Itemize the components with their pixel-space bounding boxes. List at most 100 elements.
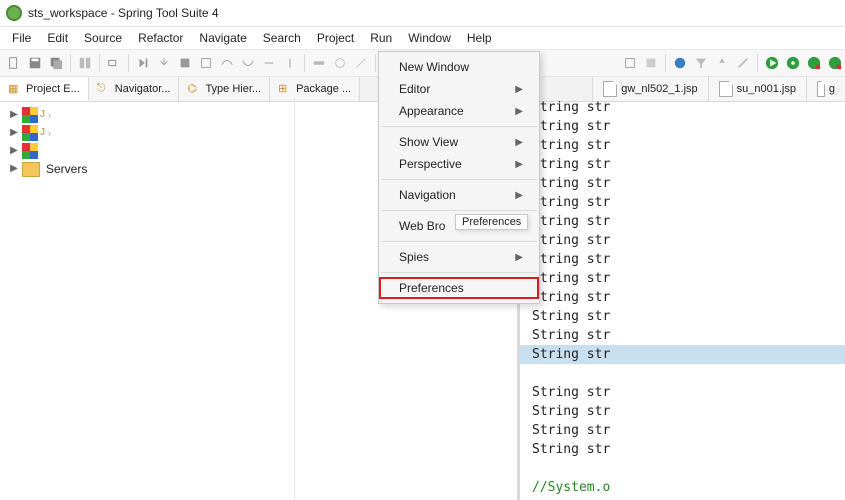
menu-item-label: Perspective [399,157,462,171]
project-icon [22,125,38,141]
debug-run-icon[interactable] [259,53,279,73]
submenu-arrow-icon: ▶ [515,137,523,148]
decorator-icon: J [40,124,45,142]
pin-icon[interactable] [712,53,732,73]
decorator-icon: › [48,124,51,142]
menu-project[interactable]: Project [309,29,362,47]
open-type-icon[interactable] [620,53,640,73]
tooltip: Preferences [455,214,528,230]
view-tab-icon: ⌬ [187,82,201,96]
menu-item-navigation[interactable]: Navigation ▶ [379,184,539,206]
toolbar-separator [375,54,376,72]
menu-item-label: Show View [399,135,458,149]
expand-caret-icon[interactable]: ▶ [8,106,20,124]
menu-separator [381,179,537,180]
wand-icon[interactable] [733,53,753,73]
submenu-arrow-icon: ▶ [515,190,523,201]
menu-separator [381,126,537,127]
menu-bar: FileEditSourceRefactorNavigateSearchProj… [0,27,845,49]
view-tab-label: Package ... [296,83,351,95]
app-icon [6,5,22,21]
submenu-arrow-icon: ▶ [515,159,523,170]
menu-refactor[interactable]: Refactor [130,29,191,47]
menu-item-spies[interactable]: Spies▶ [379,246,539,268]
menu-item-preferences[interactable]: Preferences [379,277,539,299]
title-bar: sts_workspace - Spring Tool Suite 4 [0,0,845,27]
menu-item-show-view[interactable]: Show View ▶ [379,131,539,153]
code-content[interactable]: String str String str String str String … [520,98,845,500]
view-tab-label: Navigator... [115,83,171,95]
debug-skip-icon[interactable] [133,53,153,73]
menu-item-new-window[interactable]: New Window [379,56,539,78]
expand-caret-icon[interactable]: ▶ [8,124,20,142]
new-icon[interactable] [4,53,24,73]
debug-stepreturn-icon[interactable] [238,53,258,73]
debug-stop-icon[interactable] [175,53,195,73]
expand-caret-icon[interactable]: ▶ [8,160,20,178]
menu-item-perspective[interactable]: Perspective ▶ [379,153,539,175]
run-config-icon[interactable] [804,53,824,73]
zoom-icon[interactable] [104,53,124,73]
debug-stepinto-icon[interactable] [154,53,174,73]
build2-icon[interactable] [330,53,350,73]
menu-file[interactable]: File [4,29,39,47]
save-icon[interactable] [25,53,45,73]
menu-item-editor[interactable]: Editor ▶ [379,78,539,100]
folder-icon [22,162,40,177]
window-title: sts_workspace - Spring Tool Suite 4 [28,6,219,20]
project-explorer[interactable]: ▶ J › ▶ J › ▶ ▶ Servers [0,98,295,500]
tree-item[interactable]: ▶ [8,142,286,160]
expand-caret-icon[interactable]: ▶ [8,142,20,160]
build-icon[interactable] [309,53,329,73]
menu-run[interactable]: Run [362,29,400,47]
view-tab-label: Project E... [26,83,80,95]
task-icon[interactable] [641,53,661,73]
build3-icon[interactable] [351,53,371,73]
menu-item-label: Web Bro [399,219,445,233]
save-all-icon[interactable] [46,53,66,73]
menu-item-appearance[interactable]: Appearance ▶ [379,100,539,122]
window-menu-dropdown[interactable]: New WindowEditor▶Appearance▶Show View▶Pe… [378,51,540,304]
globe-icon[interactable] [670,53,690,73]
editor-tab-label: su_n001.jsp [737,83,796,95]
menu-edit[interactable]: Edit [39,29,76,47]
file-icon [817,81,825,97]
tree-label: Servers [46,160,87,178]
menu-item-label: New Window [399,60,469,74]
view-tab-label: Type Hier... [205,83,261,95]
menu-window[interactable]: Window [400,29,459,47]
tree-item-servers[interactable]: ▶ Servers [8,160,286,178]
project-icon [22,143,38,159]
menu-navigate[interactable]: Navigate [191,29,254,47]
debug-disconnect-icon[interactable] [196,53,216,73]
run-config2-icon[interactable] [825,53,845,73]
submenu-arrow-icon: ▶ [515,252,523,263]
decorator-icon: › [48,106,51,124]
menu-separator [381,241,537,242]
menu-separator [381,210,537,211]
run-button-icon[interactable] [762,53,782,73]
submenu-arrow-icon: ▶ [515,106,523,117]
menu-search[interactable]: Search [255,29,309,47]
filter-icon[interactable] [691,53,711,73]
toolbar-separator [99,54,100,72]
submenu-arrow-icon: ▶ [515,84,523,95]
debug-button-icon[interactable] [783,53,803,73]
decorator-icon: J [40,106,45,124]
menu-item-label: Preferences [399,281,464,295]
tree-item[interactable]: ▶ J › [8,124,286,142]
menu-source[interactable]: Source [76,29,130,47]
menu-item-label: Appearance [399,104,464,118]
menu-help[interactable]: Help [459,29,500,47]
debug-drop-icon[interactable] [280,53,300,73]
toolbar-separator [665,54,666,72]
file-icon [603,81,617,97]
editor-tab-label: g [829,83,835,95]
toggle-icon[interactable] [75,53,95,73]
view-tab-icon: ▦ [8,82,22,96]
menu-item-label: Editor [399,82,430,96]
tree-item[interactable]: ▶ J › [8,106,286,124]
debug-stepover-icon[interactable] [217,53,237,73]
project-icon [22,107,38,123]
menu-item-label: Navigation [399,188,456,202]
